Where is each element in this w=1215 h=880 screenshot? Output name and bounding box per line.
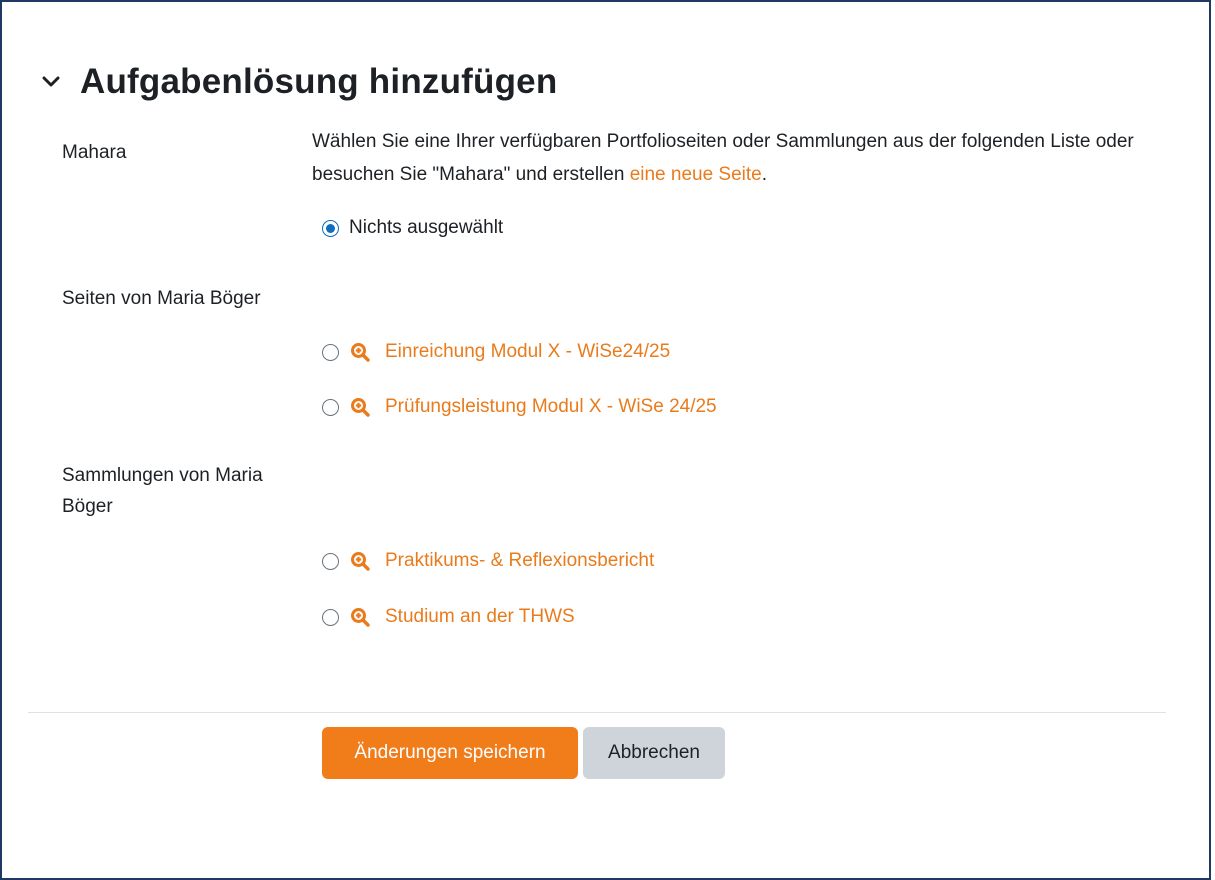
section-title: Aufgabenlösung hinzufügen — [80, 62, 558, 101]
page-option[interactable]: Prüfungsleistung Modul X - WiSe 24/25 — [322, 392, 717, 422]
section-header: Aufgabenlösung hinzufügen — [36, 62, 557, 102]
mahara-label: Mahara — [62, 142, 127, 163]
zoom-in-icon[interactable] — [349, 341, 371, 363]
zoom-in-icon[interactable] — [349, 550, 371, 572]
page-radio[interactable] — [322, 398, 339, 416]
page-link[interactable]: Einreichung Modul X - WiSe24/25 — [385, 341, 670, 363]
collection-option[interactable]: Studium an der THWS — [322, 602, 575, 632]
collections-label: Sammlungen von Maria Böger — [62, 460, 263, 522]
mahara-description: Wählen Sie eine Ihrer verfügbaren Portfo… — [312, 125, 1172, 191]
collection-radio[interactable] — [322, 608, 339, 626]
collection-link[interactable]: Studium an der THWS — [385, 606, 575, 628]
none-radio[interactable] — [322, 219, 339, 237]
none-option-label: Nichts ausgewählt — [349, 217, 504, 238]
description-suffix: . — [761, 164, 768, 185]
collection-link[interactable]: Praktikums- & Reflexionsbericht — [385, 550, 654, 572]
page-link[interactable]: Prüfungsleistung Modul X - WiSe 24/25 — [385, 396, 717, 418]
chevron-down-icon[interactable] — [36, 67, 66, 97]
form-divider — [28, 712, 1166, 713]
collection-option[interactable]: Praktikums- & Reflexionsbericht — [322, 546, 654, 576]
cancel-button[interactable]: Abbrechen — [583, 727, 725, 779]
page-radio[interactable] — [322, 343, 339, 361]
zoom-in-icon[interactable] — [349, 606, 371, 628]
zoom-in-icon[interactable] — [349, 396, 371, 418]
pages-label: Seiten von Maria Böger — [62, 288, 261, 309]
collection-radio[interactable] — [322, 552, 339, 570]
new-page-link[interactable]: eine neue Seite — [630, 164, 762, 185]
save-button[interactable]: Änderungen speichern — [322, 727, 578, 779]
none-option[interactable]: Nichts ausgewählt — [322, 213, 503, 243]
page-option[interactable]: Einreichung Modul X - WiSe24/25 — [322, 337, 670, 367]
collections-label-line: Sammlungen von Maria — [62, 465, 263, 486]
collections-label-line: Böger — [62, 496, 113, 517]
